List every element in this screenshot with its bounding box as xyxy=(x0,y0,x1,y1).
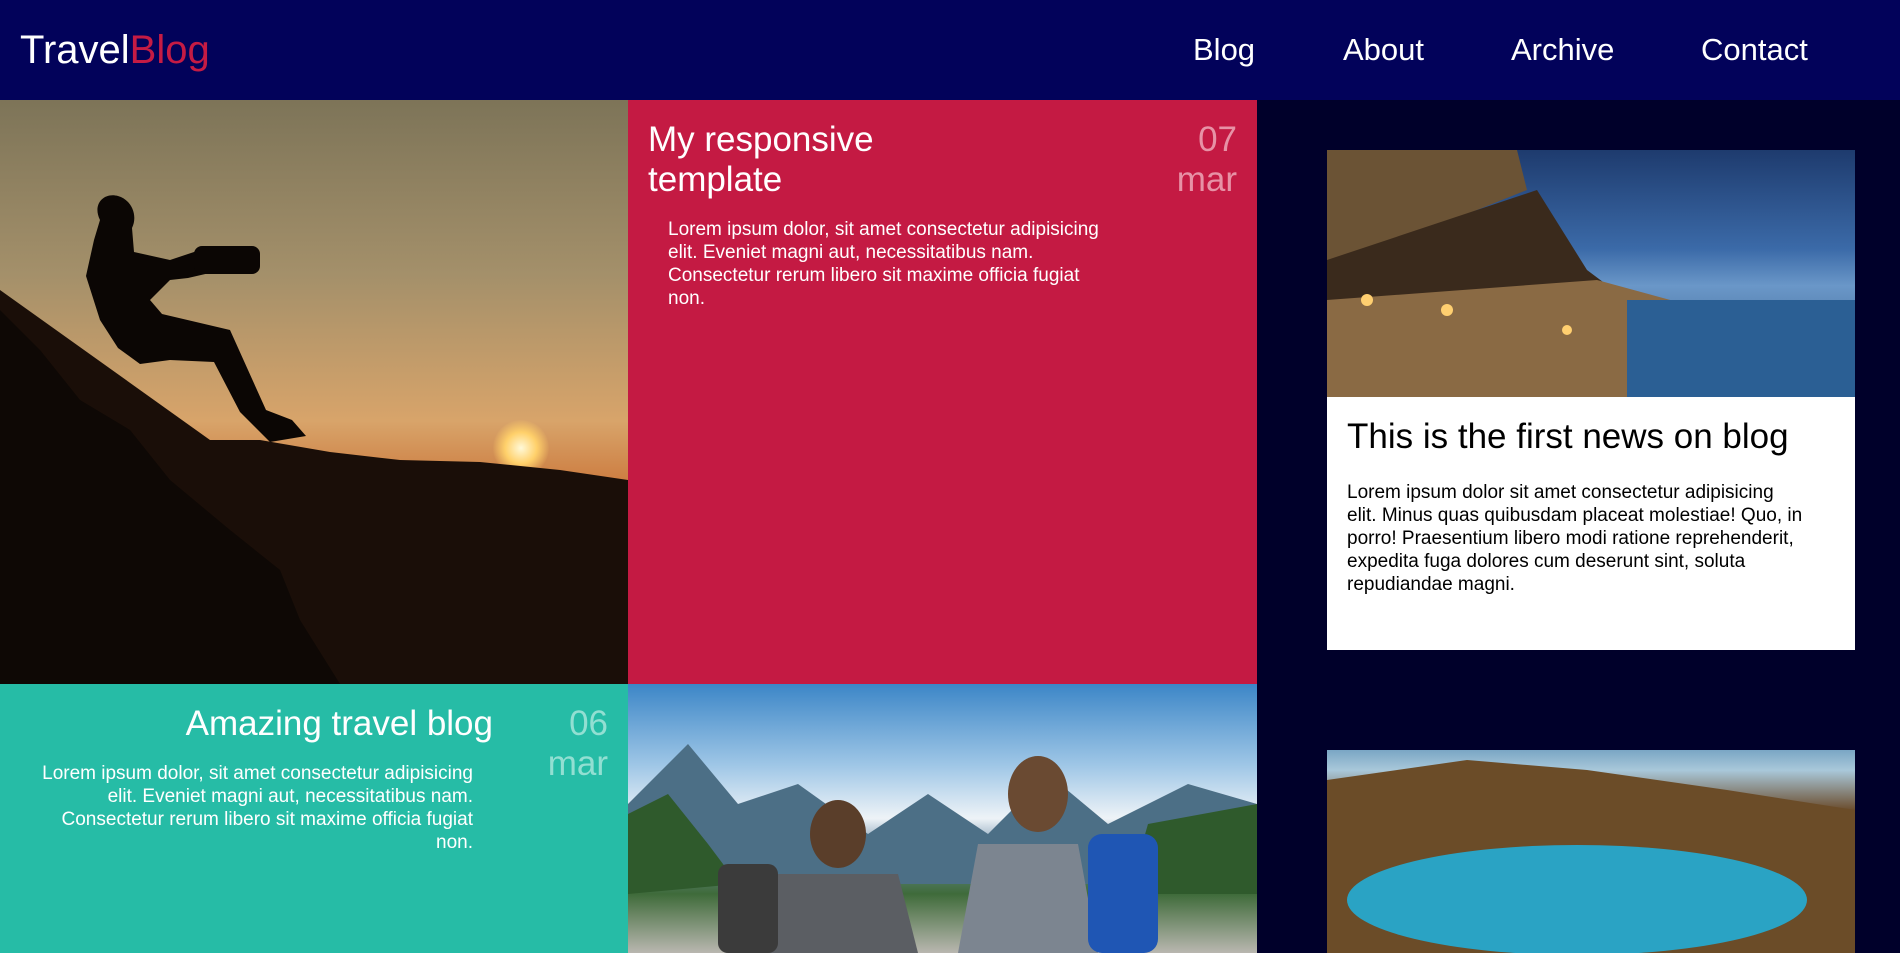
site-header: TravelBlog Blog About Archive Contact xyxy=(0,0,1900,100)
post-date-day: 06 xyxy=(569,704,608,743)
resort-pier-photo xyxy=(1327,150,1855,397)
mountain-lake-photo xyxy=(1327,750,1855,953)
post-title[interactable]: Amazing travel blog xyxy=(186,704,493,744)
logo-blog: Blog xyxy=(129,28,210,72)
hiker-right-head xyxy=(1008,756,1068,832)
lake-water xyxy=(1347,845,1807,953)
hiker-left-body xyxy=(758,874,918,953)
resort-illustration xyxy=(1327,150,1855,397)
hiker-left-backpack xyxy=(718,864,778,953)
lamp-glow xyxy=(1562,325,1572,335)
photographer-silhouette xyxy=(0,195,628,684)
post-excerpt: Lorem ipsum dolor, sit amet consectetur … xyxy=(668,219,1099,309)
nav-about[interactable]: About xyxy=(1343,30,1424,70)
site-logo[interactable]: TravelBlog xyxy=(20,27,210,73)
camera-shape xyxy=(194,246,260,274)
post-date-day: 07 xyxy=(1198,120,1237,159)
ocean-water xyxy=(1627,300,1855,397)
post-date-month: mar xyxy=(1176,160,1237,199)
hikers-mountain-photo xyxy=(628,684,1257,953)
post-excerpt: Lorem ipsum dolor, sit amet consectetur … xyxy=(42,763,473,853)
nav-blog[interactable]: Blog xyxy=(1193,30,1255,70)
post-date-month: mar xyxy=(547,744,608,783)
post-card-secondary[interactable]: Amazing travel blog 06 mar Lorem ipsum d… xyxy=(0,684,628,953)
nav-contact[interactable]: Contact xyxy=(1701,30,1808,70)
news-excerpt: Lorem ipsum dolor sit amet consectetur a… xyxy=(1347,482,1803,595)
news-title[interactable]: This is the first news on blog xyxy=(1347,417,1837,457)
logo-travel: Travel xyxy=(20,28,130,72)
hiker-right-body xyxy=(958,844,1098,953)
lake-illustration xyxy=(1327,760,1855,953)
post-title[interactable]: My responsive template xyxy=(648,120,948,200)
lamp-glow xyxy=(1441,304,1453,316)
nav-archive[interactable]: Archive xyxy=(1511,30,1614,70)
news-card[interactable]: This is the first news on blog Lorem ips… xyxy=(1327,150,1855,650)
lamp-glow xyxy=(1361,294,1373,306)
sunset-photographer-photo xyxy=(0,100,628,684)
hikers-illustration xyxy=(628,744,1257,953)
hiker-right-backpack xyxy=(1088,834,1158,953)
post-card-featured[interactable]: My responsive template 07 mar Lorem ipsu… xyxy=(628,100,1257,684)
hiker-left-head xyxy=(810,800,866,868)
